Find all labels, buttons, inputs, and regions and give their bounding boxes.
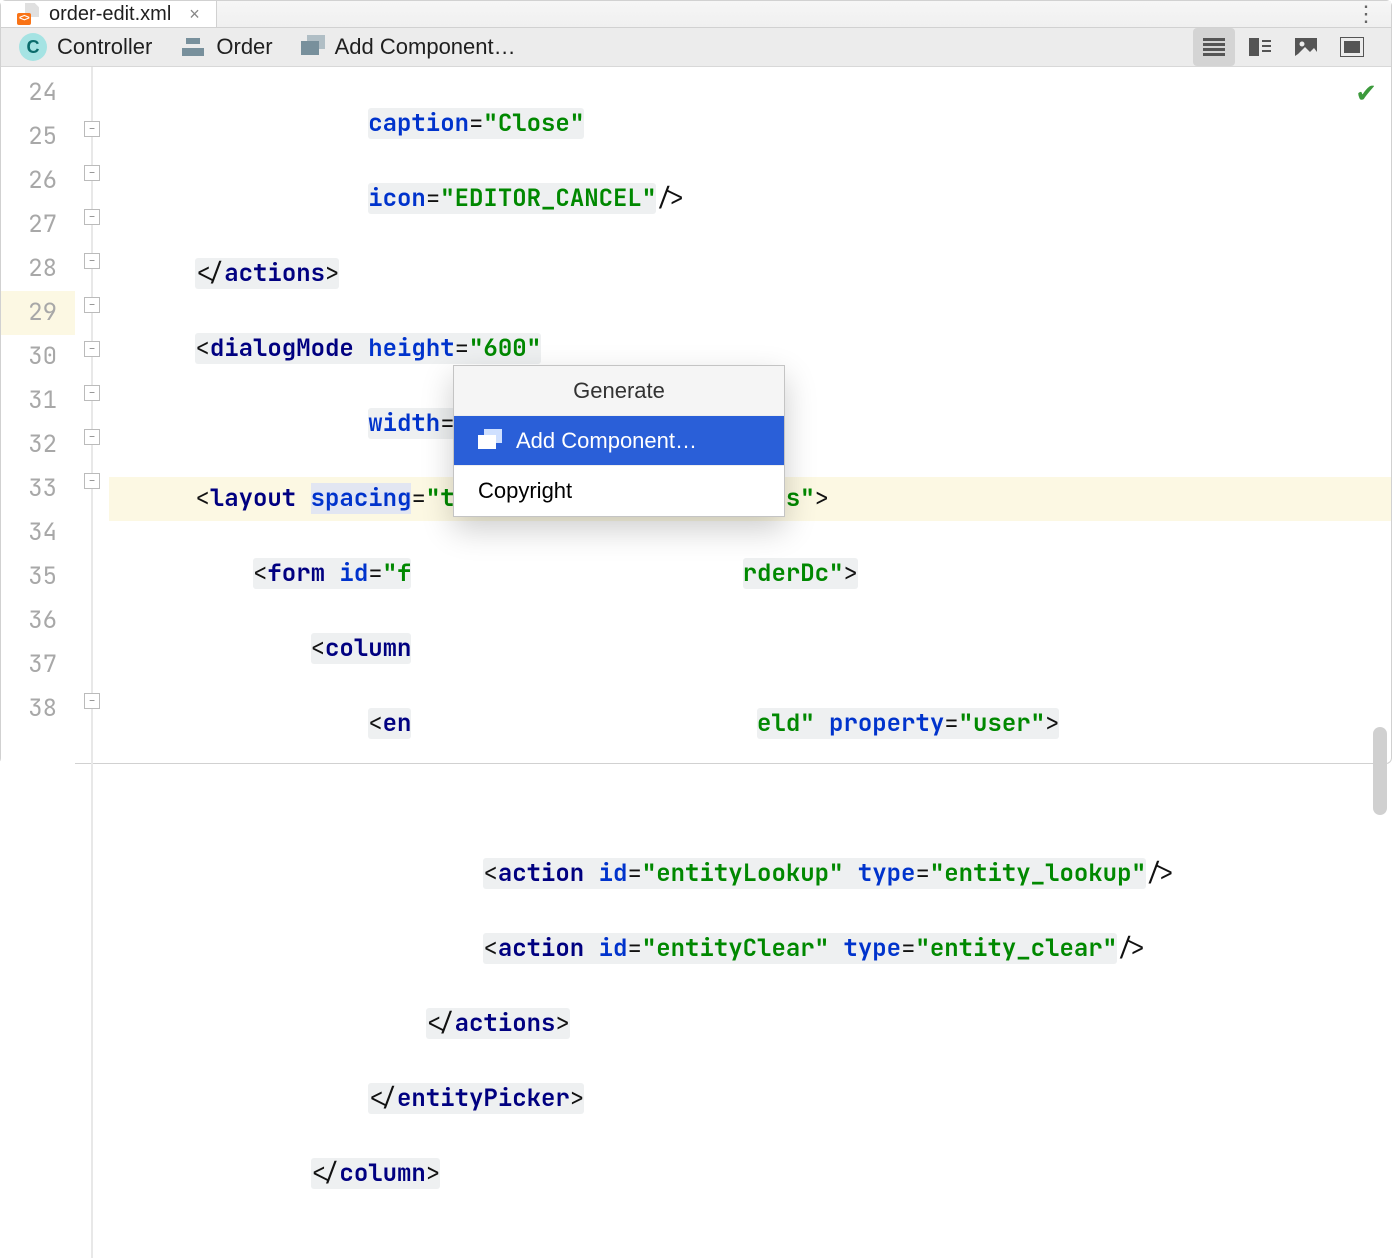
code-line[interactable]: <action id="entityClear" type="entity_cl… (109, 927, 1391, 971)
code-line[interactable]: </actions> (109, 252, 1391, 296)
fold-toggle[interactable]: – (84, 693, 100, 709)
fold-toggle[interactable]: – (84, 253, 100, 269)
fold-toggle[interactable]: – (84, 429, 100, 445)
line-number[interactable]: 26 (1, 159, 75, 203)
fold-toggle[interactable]: – (84, 165, 100, 181)
line-number[interactable]: 30 (1, 335, 75, 379)
line-gutter: 24 25 26 27 28 29 30 31 32 33 34 35 36 3… (1, 67, 75, 1258)
controller-icon: C (19, 33, 47, 61)
component-icon (301, 35, 325, 59)
fold-toggle[interactable]: – (84, 473, 100, 489)
add-component-crumb[interactable]: Add Component… (301, 34, 516, 60)
order-label: Order (216, 34, 272, 60)
fold-toggle[interactable]: – (84, 385, 100, 401)
code-line[interactable]: caption="Close" (109, 102, 1391, 146)
line-number[interactable]: 35 (1, 555, 75, 599)
popup-copyright[interactable]: Copyright (454, 466, 784, 516)
line-number[interactable]: 25 (1, 115, 75, 159)
view-mode-buttons (1193, 28, 1373, 66)
line-number[interactable]: 31 (1, 379, 75, 423)
fold-toggle[interactable]: – (84, 121, 100, 137)
kebab-menu-icon[interactable]: ⋮ (1343, 1, 1391, 27)
code-line[interactable] (109, 777, 1391, 821)
view-split-button[interactable] (1239, 28, 1281, 66)
code-line[interactable]: <column (109, 627, 1391, 671)
code-line[interactable]: icon="EDITOR_CANCEL"/> (109, 177, 1391, 221)
popup-add-component[interactable]: Add Component… (454, 416, 784, 466)
code-line[interactable]: <action id="entityLookup" type="entity_l… (109, 852, 1391, 896)
add-component-label: Add Component… (335, 34, 516, 60)
component-icon (478, 429, 502, 453)
fold-toggle[interactable]: – (84, 297, 100, 313)
popup-title: Generate (454, 366, 784, 416)
line-number[interactable]: 36 (1, 599, 75, 643)
xml-file-icon (17, 3, 39, 25)
generate-popup: Generate Add Component… Copyright (453, 365, 785, 517)
tab-bar: order-edit.xml × ⋮ (1, 1, 1391, 28)
order-crumb[interactable]: Order (180, 34, 272, 60)
controller-label: Controller (57, 34, 152, 60)
line-number[interactable]: 34 (1, 511, 75, 555)
code-line[interactable]: <form id="f rderDc"> (109, 552, 1391, 596)
line-number[interactable]: 37 (1, 643, 75, 687)
code-line[interactable]: </column> (109, 1152, 1391, 1196)
view-design-button[interactable] (1331, 28, 1373, 66)
code-line[interactable]: <en eld" property="user"> (109, 702, 1391, 746)
entity-icon (180, 34, 206, 60)
editor-tab[interactable]: order-edit.xml × (1, 1, 217, 27)
view-text-button[interactable] (1193, 28, 1235, 66)
line-number[interactable]: 27 (1, 203, 75, 247)
line-number[interactable]: 24 (1, 71, 75, 115)
line-number[interactable]: 33 (1, 467, 75, 511)
code-editor[interactable]: ✔ 24 25 26 27 28 29 30 31 32 33 34 35 36… (1, 67, 1391, 1258)
fold-toggle[interactable]: – (84, 209, 100, 225)
line-number[interactable]: 38 (1, 687, 75, 731)
code-area[interactable]: caption="Close" icon="EDITOR_CANCEL"/> <… (109, 67, 1391, 1258)
line-number[interactable]: 29 (1, 291, 75, 335)
line-number[interactable]: 32 (1, 423, 75, 467)
code-line[interactable]: </actions> (109, 1002, 1391, 1046)
code-line[interactable]: </entityPicker> (109, 1077, 1391, 1121)
line-number[interactable]: 28 (1, 247, 75, 291)
tab-filename: order-edit.xml (49, 3, 171, 26)
scrollbar-thumb[interactable] (1373, 727, 1387, 815)
fold-column: – – – – – – – – – – (75, 67, 109, 1258)
close-tab-icon[interactable]: × (189, 4, 200, 25)
controller-crumb[interactable]: C Controller (19, 33, 152, 61)
breadcrumb-toolbar: C Controller Order Add Component… (1, 28, 1391, 67)
fold-toggle[interactable]: – (84, 341, 100, 357)
view-preview-button[interactable] (1285, 28, 1327, 66)
